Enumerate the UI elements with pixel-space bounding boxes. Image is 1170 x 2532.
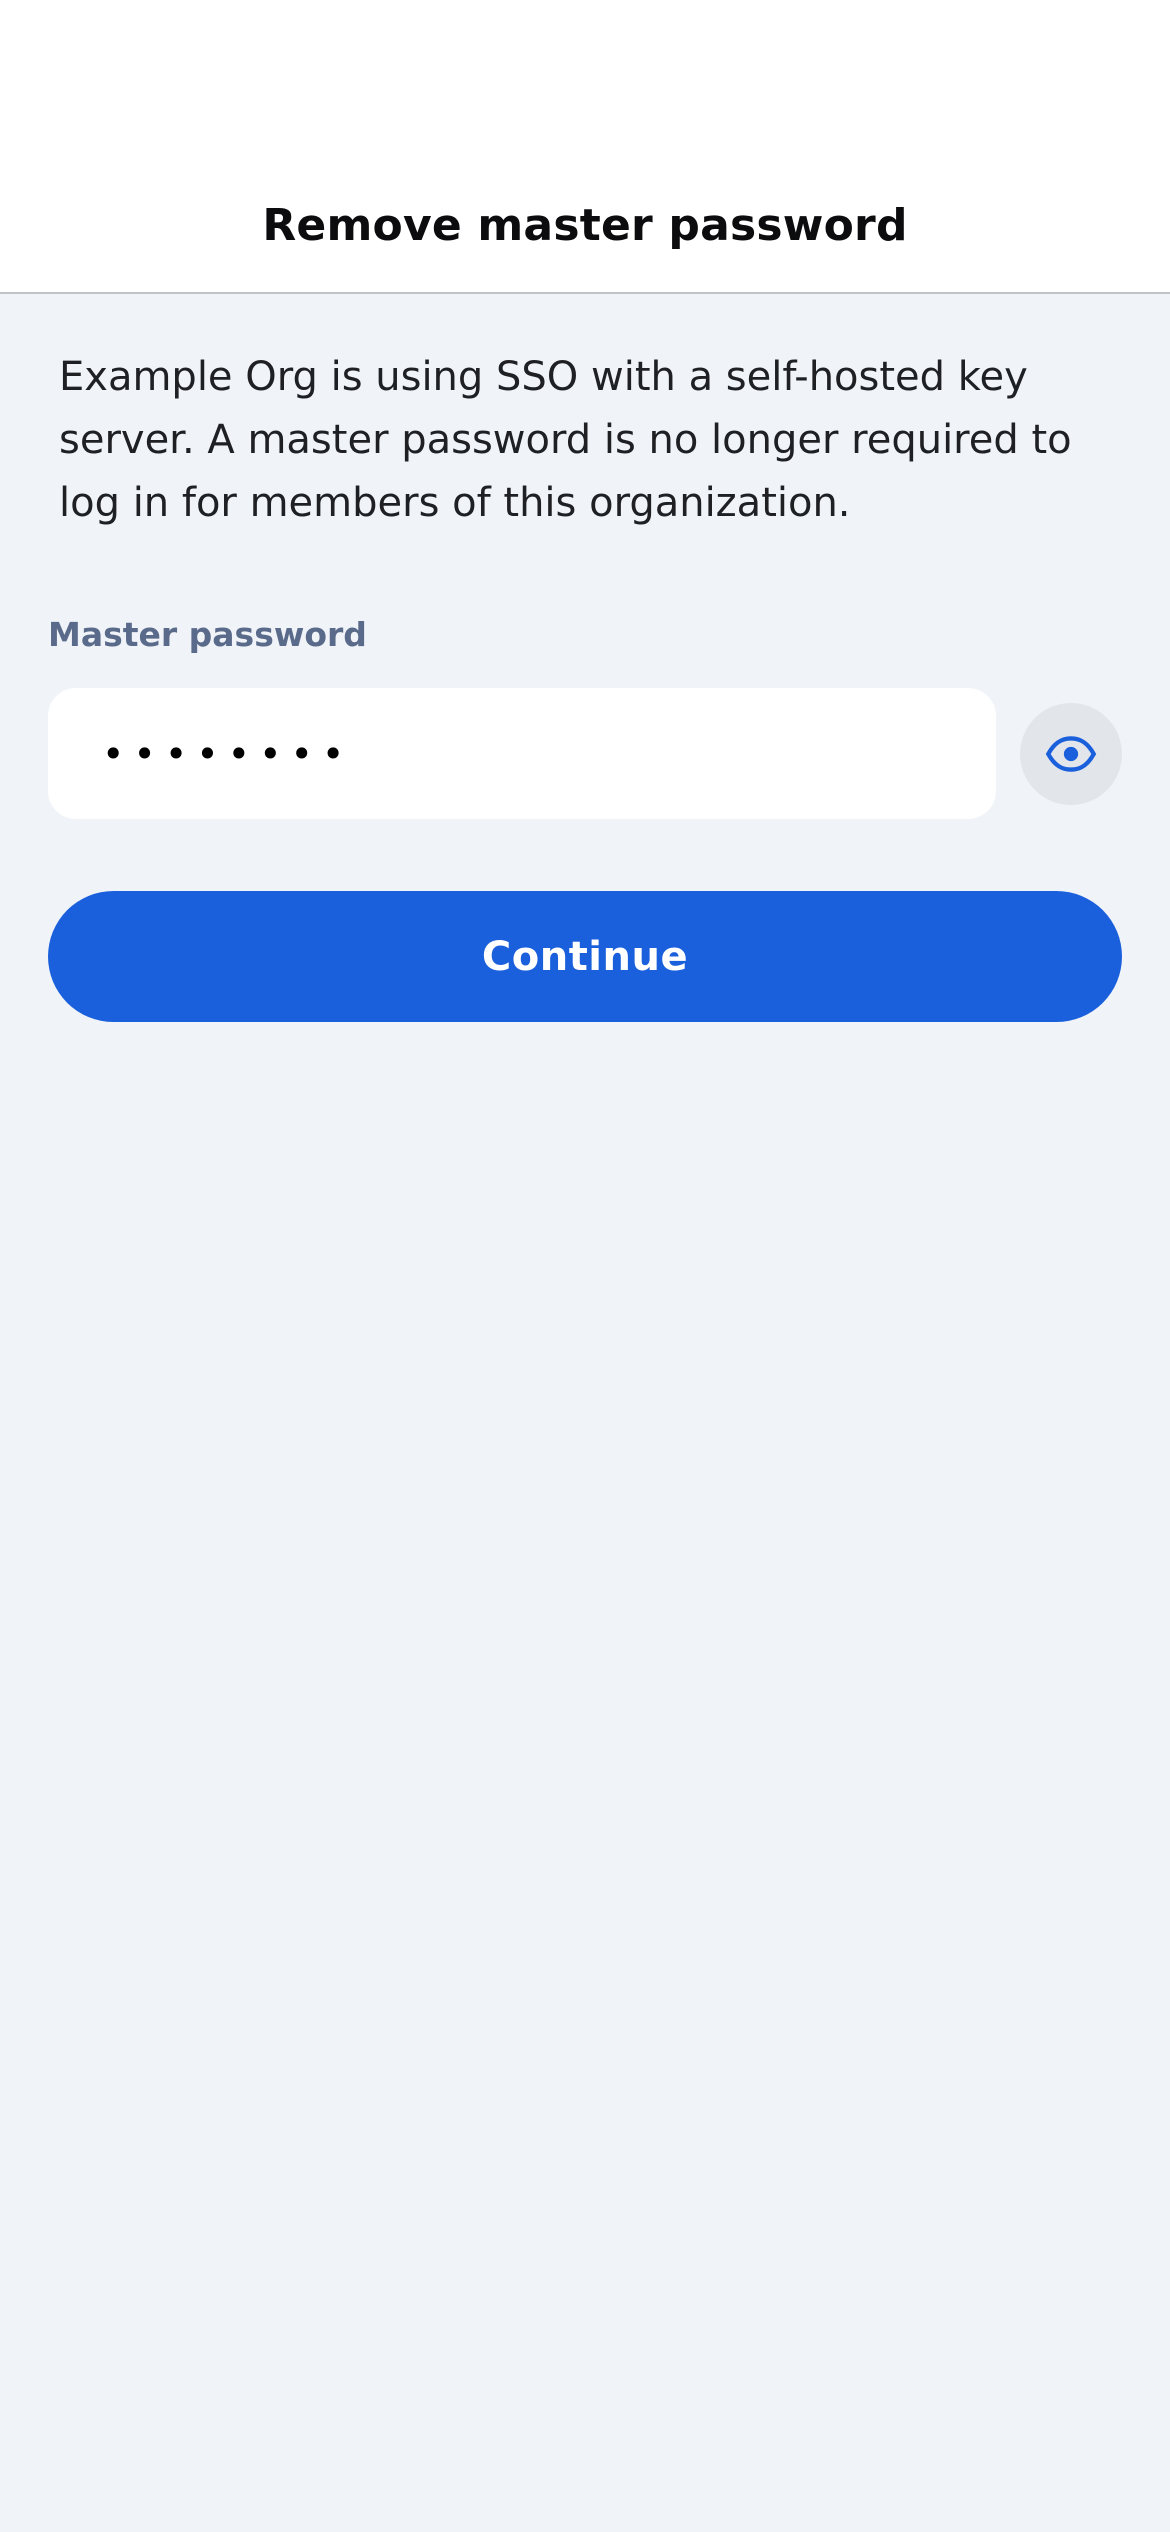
eye-icon (1045, 736, 1097, 772)
sso-description: Example Org is using SSO with a self-hos… (59, 354, 1072, 526)
app-header: Remove master password (0, 0, 1170, 294)
continue-button[interactable]: Continue (48, 891, 1122, 1022)
master-password-value: •••••••• (102, 731, 354, 776)
master-password-label: Master password (48, 615, 367, 654)
master-password-input[interactable]: •••••••• (48, 688, 996, 819)
page-title: Remove master password (262, 200, 908, 251)
continue-button-label: Continue (481, 933, 689, 980)
show-password-button[interactable] (1020, 703, 1122, 805)
